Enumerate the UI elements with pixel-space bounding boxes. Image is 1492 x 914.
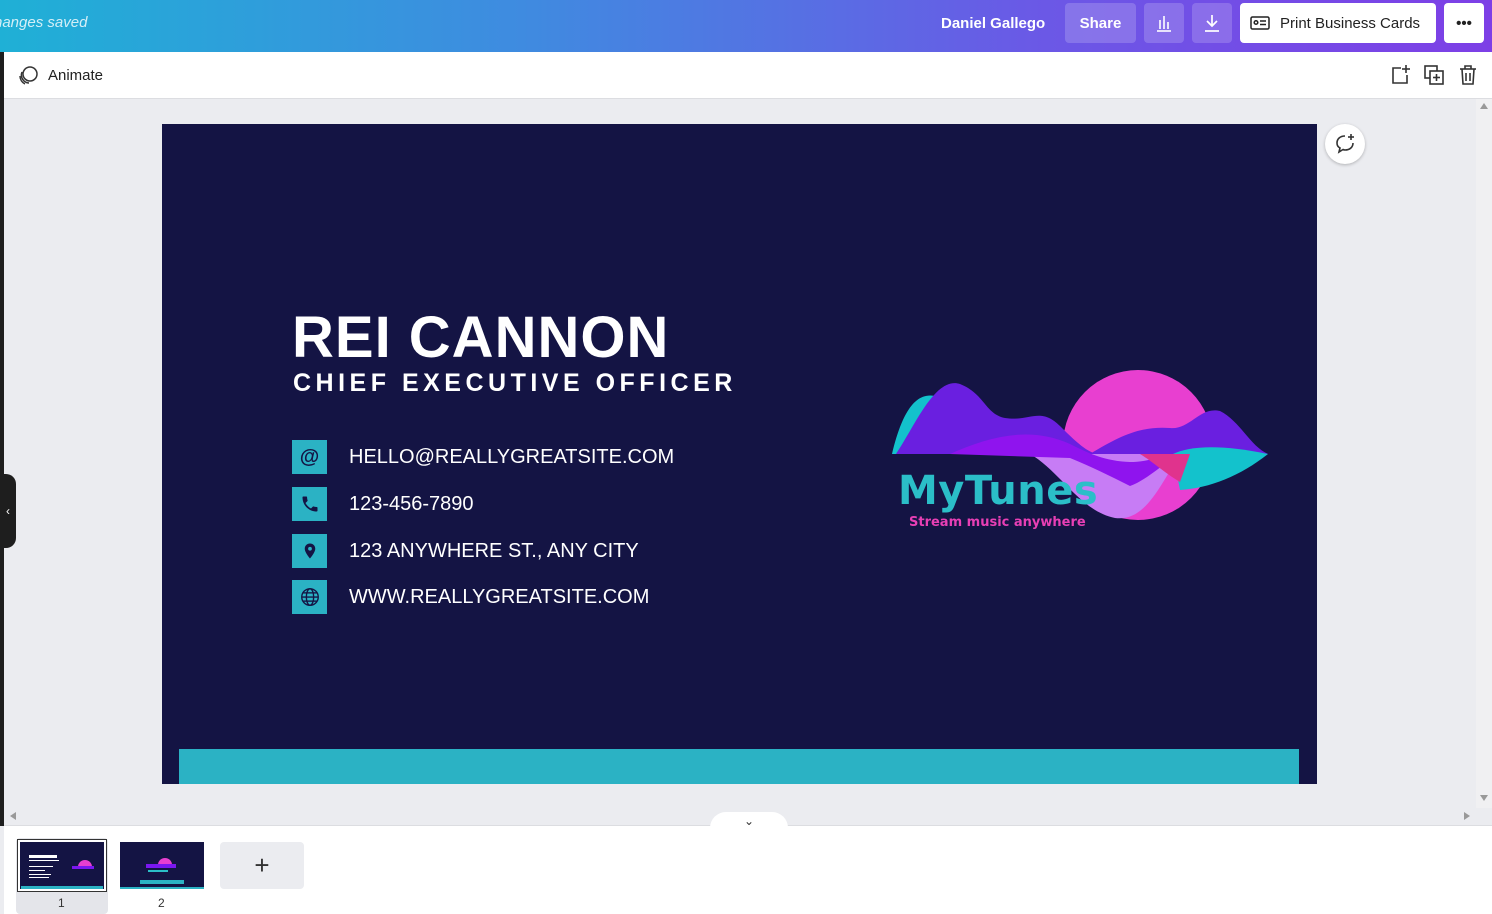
logo-wordmark: MyTunes [898,468,1099,514]
scroll-left-icon[interactable] [10,812,16,820]
left-panel-edge [0,52,4,826]
card-accent-bar[interactable] [179,749,1299,784]
add-page-icon[interactable] [1389,64,1411,86]
email-icon: @ [292,440,327,474]
add-page-button[interactable]: + [220,842,304,889]
card-job-title[interactable]: CHIEF EXECUTIVE OFFICER [293,369,737,398]
page-thumbnail-1[interactable] [18,840,106,891]
business-card-icon [1250,16,1270,30]
comment-add-icon [1336,134,1354,154]
duplicate-page-icon[interactable] [1423,64,1445,86]
print-business-cards-button[interactable]: Print Business Cards [1240,3,1436,43]
share-button[interactable]: Share [1065,3,1136,43]
scroll-down-icon[interactable] [1480,795,1488,801]
contact-address-row[interactable]: 123 ANYWHERE ST., ANY CITY [292,534,639,568]
scroll-up-icon[interactable] [1480,103,1488,109]
insights-button[interactable] [1144,3,1184,43]
collapse-pages-button[interactable]: ⌄ [710,812,788,828]
logo-tagline: Stream music anywhere [909,515,1086,530]
expand-side-panel-handle[interactable]: ‹ [0,474,16,548]
scroll-right-icon[interactable] [1464,812,1470,820]
save-status: hanges saved [0,14,88,31]
animate-icon [19,66,38,85]
animate-label: Animate [48,66,104,84]
animate-button[interactable]: Animate [18,64,103,86]
context-toolbar: Animate [4,52,1492,99]
delete-page-icon[interactable] [1457,64,1479,86]
vertical-scrollbar[interactable] [1476,99,1492,808]
contact-email-row[interactable]: @ HELLO@REALLYGREATSITE.COM [292,440,674,474]
contact-website-row[interactable]: WWW.REALLYGREATSITE.COM [292,580,649,614]
location-pin-icon [292,534,327,568]
print-label: Print Business Cards [1280,14,1421,32]
page-number-1: 1 [58,896,65,910]
download-button[interactable] [1192,3,1232,43]
phone-icon [292,487,327,521]
page-thumbnail-2[interactable] [120,842,204,889]
business-card-canvas[interactable]: REI CANNON CHIEF EXECUTIVE OFFICER @ HEL… [162,124,1317,784]
contact-email: HELLO@REALLYGREATSITE.COM [349,445,675,468]
editor-header: hanges saved Daniel Gallego Share Print … [0,0,1492,52]
contact-phone-row[interactable]: 123-456-7890 [292,487,474,521]
more-options-button[interactable]: ••• [1444,3,1484,43]
download-icon [1205,15,1219,32]
add-comment-button[interactable] [1325,124,1365,164]
card-name[interactable]: REI CANNON [292,304,669,371]
page-number-2: 2 [158,896,165,910]
contact-address: 123 ANYWHERE ST., ANY CITY [349,539,639,562]
user-name[interactable]: Daniel Gallego [941,15,1045,32]
contact-phone: 123-456-7890 [349,492,474,515]
contact-website: WWW.REALLYGREATSITE.COM [349,585,650,608]
globe-icon [292,580,327,614]
bar-chart-icon [1157,16,1171,32]
